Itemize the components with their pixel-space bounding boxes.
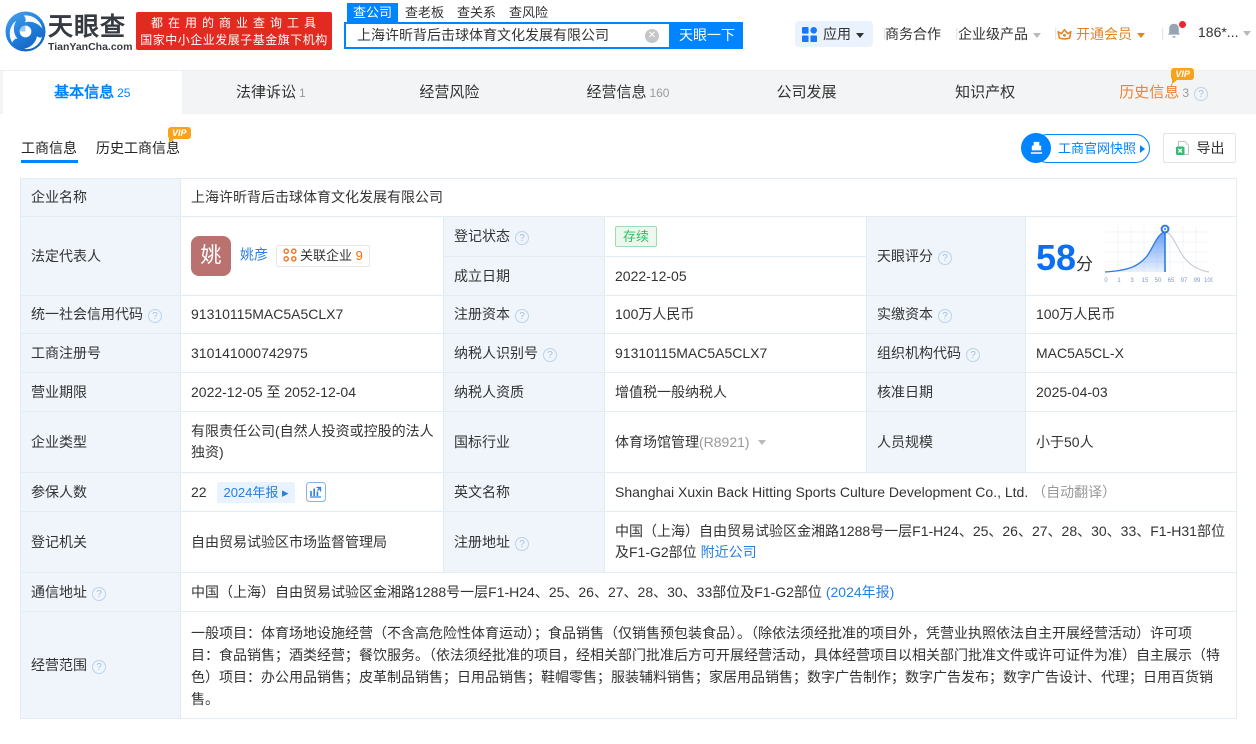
svg-text:97: 97 — [1181, 278, 1188, 284]
svg-text:65: 65 — [1168, 278, 1175, 284]
svg-text:99: 99 — [1194, 278, 1201, 284]
svg-text:3: 3 — [1130, 278, 1134, 284]
svg-text:100: 100 — [1204, 278, 1213, 284]
svg-text:15: 15 — [1142, 278, 1149, 284]
svg-text:50: 50 — [1155, 278, 1162, 284]
svg-text:0: 0 — [1104, 278, 1108, 284]
svg-text:1: 1 — [1117, 278, 1121, 284]
